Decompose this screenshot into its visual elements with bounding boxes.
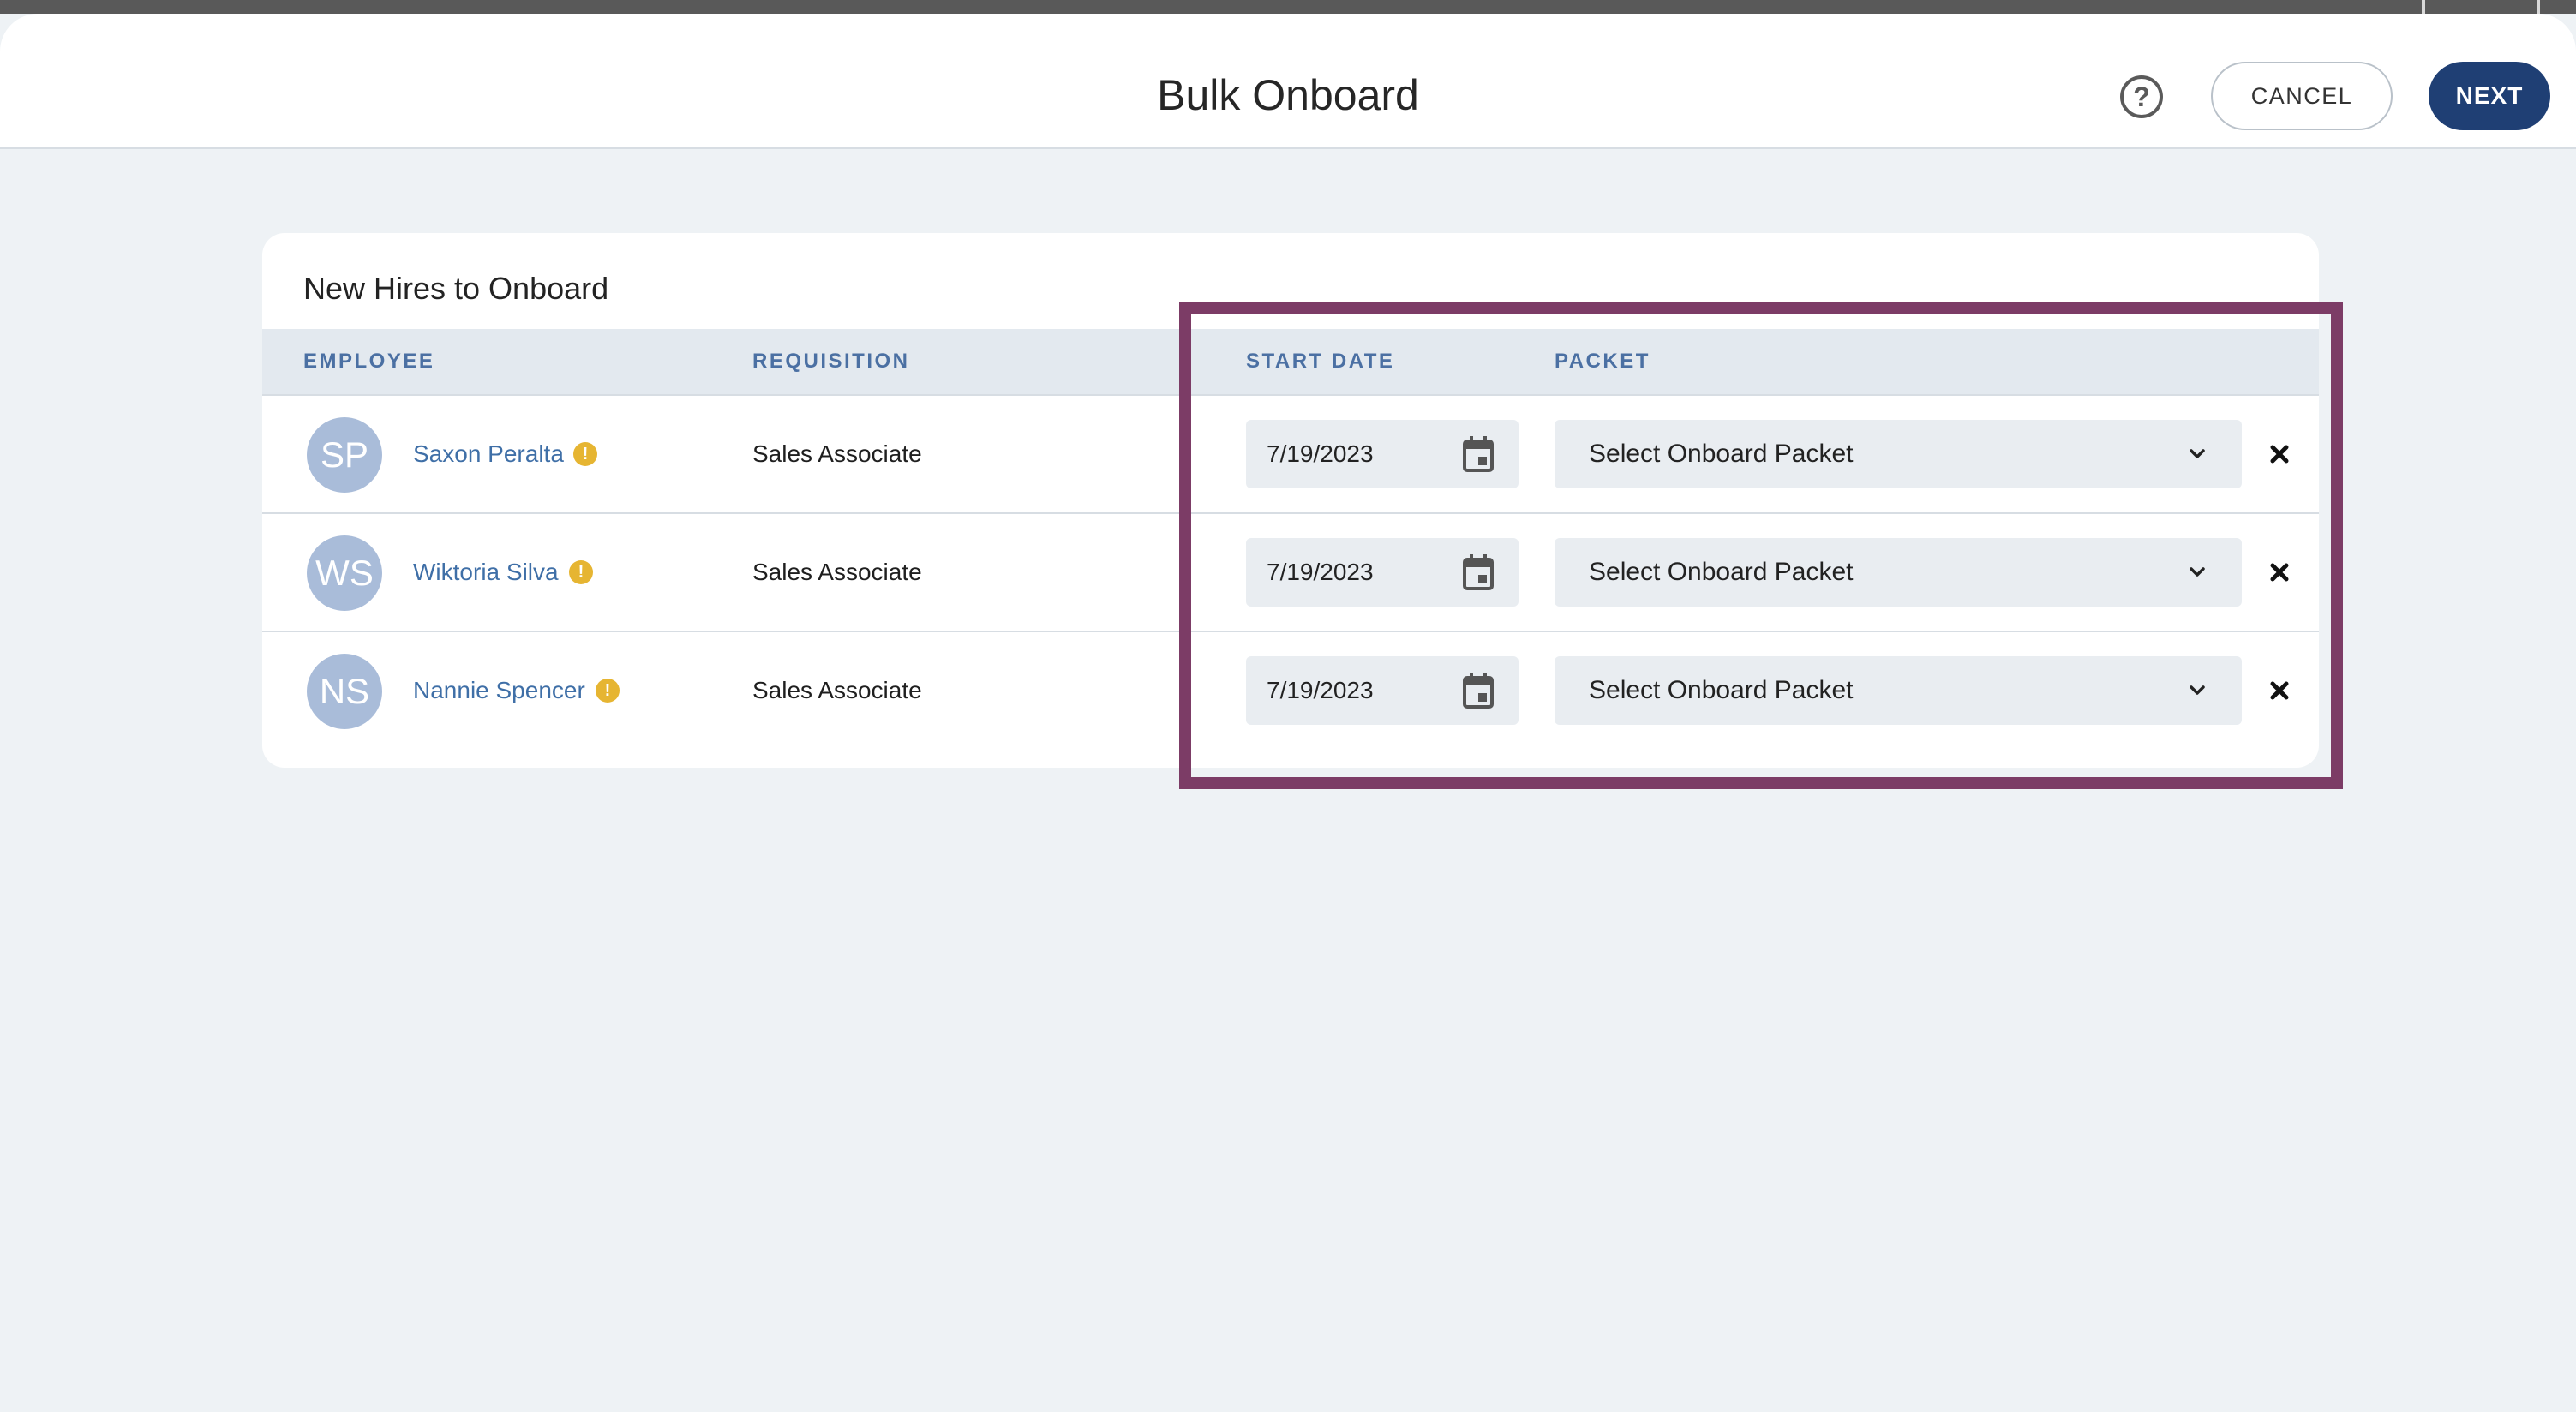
table-row: SP Saxon Peralta ! Sales Associate 7/19/…: [262, 396, 2319, 514]
table-header: EMPLOYEE REQUISITION START DATE PACKET: [262, 329, 2319, 396]
avatar: WS: [307, 535, 382, 611]
start-date-value: 7/19/2023: [1267, 440, 1374, 467]
table-row: NS Nannie Spencer ! Sales Associate 7/19…: [262, 632, 2319, 751]
column-header-packet: PACKET: [1555, 350, 1650, 373]
window-divider: [2422, 0, 2425, 14]
packet-select-value: Select Onboard Packet: [1589, 676, 1854, 704]
packet-select[interactable]: Select Onboard Packet: [1555, 538, 2242, 607]
new-hires-card: New Hires to Onboard EMPLOYEE REQUISITIO…: [262, 233, 2319, 768]
column-header-requisition: REQUISITION: [752, 350, 910, 373]
table-row: WS Wiktoria Silva ! Sales Associate 7/19…: [262, 514, 2319, 632]
packet-select[interactable]: Select Onboard Packet: [1555, 656, 2242, 725]
start-date-input[interactable]: 7/19/2023: [1246, 420, 1519, 488]
chevron-down-icon: [2190, 567, 2205, 577]
avatar: SP: [307, 417, 382, 493]
start-date-input[interactable]: 7/19/2023: [1246, 656, 1519, 725]
window-divider: [2537, 0, 2540, 14]
close-icon[interactable]: [2264, 675, 2295, 706]
packet-select-value: Select Onboard Packet: [1589, 440, 1854, 468]
packet-select-value: Select Onboard Packet: [1589, 558, 1854, 586]
help-icon[interactable]: ?: [2120, 75, 2163, 118]
warning-icon[interactable]: !: [573, 442, 597, 466]
warning-icon[interactable]: !: [596, 679, 620, 703]
requisition-text: Sales Associate: [752, 440, 922, 467]
requisition-text: Sales Associate: [752, 677, 922, 703]
warning-icon[interactable]: !: [569, 560, 593, 584]
start-date-value: 7/19/2023: [1267, 677, 1374, 703]
start-date-value: 7/19/2023: [1267, 559, 1374, 585]
modal-header: Bulk Onboard ? CANCEL NEXT: [0, 14, 2576, 149]
packet-select[interactable]: Select Onboard Packet: [1555, 420, 2242, 488]
start-date-input[interactable]: 7/19/2023: [1246, 538, 1519, 607]
calendar-icon[interactable]: [1462, 672, 1495, 709]
help-icon-glyph: ?: [2133, 81, 2150, 112]
requisition-text: Sales Associate: [752, 559, 922, 585]
page-title: Bulk Onboard: [1157, 71, 1419, 119]
cancel-button[interactable]: CANCEL: [2211, 62, 2393, 130]
close-icon[interactable]: [2264, 557, 2295, 588]
chevron-down-icon: [2190, 685, 2205, 695]
next-button[interactable]: NEXT: [2429, 62, 2550, 130]
column-header-start-date: START DATE: [1246, 350, 1395, 373]
avatar: NS: [307, 654, 382, 729]
employee-name-link[interactable]: Nannie Spencer: [413, 673, 585, 708]
calendar-icon[interactable]: [1462, 553, 1495, 591]
column-header-employee: EMPLOYEE: [303, 350, 435, 373]
employee-name-link[interactable]: Wiktoria Silva: [413, 555, 559, 589]
card-title: New Hires to Onboard: [303, 271, 609, 306]
close-icon[interactable]: [2264, 439, 2295, 470]
chevron-down-icon: [2190, 449, 2205, 458]
top-window-strip: [0, 0, 2576, 14]
employee-name-link[interactable]: Saxon Peralta: [413, 437, 564, 471]
calendar-icon[interactable]: [1462, 435, 1495, 473]
